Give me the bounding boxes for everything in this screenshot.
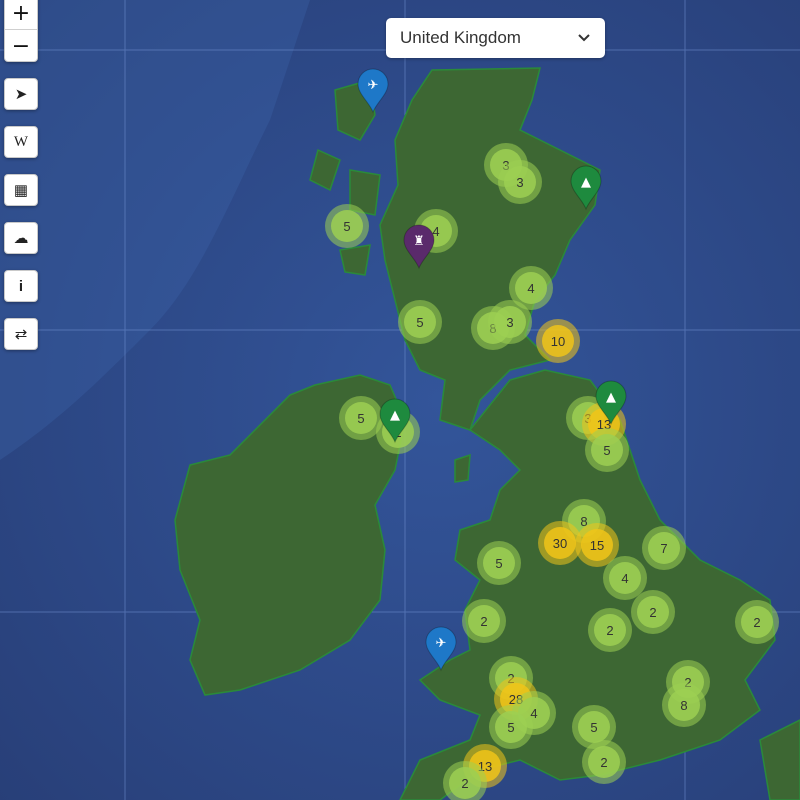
cluster-count: 5 bbox=[603, 443, 610, 458]
cluster-marker[interactable]: 7 bbox=[642, 526, 686, 570]
cluster-count: 5 bbox=[416, 315, 423, 330]
cluster-marker[interactable]: 2 bbox=[735, 600, 779, 644]
info-icon: i bbox=[18, 277, 24, 295]
cluster-count: 15 bbox=[590, 538, 604, 553]
map-view[interactable]: 3354458310523135830157542222228452852132… bbox=[0, 0, 800, 800]
cluster-count: 4 bbox=[621, 571, 628, 586]
cluster-count: 5 bbox=[357, 411, 364, 426]
info-button[interactable]: i bbox=[4, 270, 38, 302]
cluster-count: 2 bbox=[600, 755, 607, 770]
graduation-cap-icon: ▲ bbox=[390, 408, 400, 423]
cluster-count: 2 bbox=[461, 776, 468, 791]
chevron-down-icon bbox=[578, 34, 590, 42]
cluster-marker[interactable]: 5 bbox=[325, 204, 369, 248]
wikipedia-button[interactable]: W bbox=[4, 126, 38, 158]
cluster-marker[interactable]: 3 bbox=[498, 160, 542, 204]
cluster-count: 5 bbox=[343, 219, 350, 234]
cluster-count: 8 bbox=[680, 698, 687, 713]
zoom-in-button[interactable]: + bbox=[5, 0, 37, 29]
graduation-cap-icon: ▲ bbox=[581, 175, 591, 190]
cluster-count: 5 bbox=[507, 720, 514, 735]
swap-icon: ⇄ bbox=[14, 326, 28, 343]
camera-button[interactable]: ▦ bbox=[4, 174, 38, 206]
cluster-marker[interactable]: 3 bbox=[488, 300, 532, 344]
cluster-marker[interactable]: 5 bbox=[398, 300, 442, 344]
cluster-count: 2 bbox=[480, 614, 487, 629]
airplane-icon: ✈ bbox=[436, 636, 447, 651]
cluster-count: 4 bbox=[530, 706, 537, 721]
cluster-marker[interactable]: 5 bbox=[489, 705, 533, 749]
cloud-icon: ☁ bbox=[13, 230, 29, 247]
airplane-icon: ✈ bbox=[368, 78, 379, 93]
cluster-count: 3 bbox=[516, 175, 523, 190]
cluster-marker[interactable]: 2 bbox=[462, 599, 506, 643]
zoom-out-button[interactable]: − bbox=[5, 29, 37, 61]
cluster-marker[interactable]: 5 bbox=[585, 428, 629, 472]
wikipedia-icon: W bbox=[13, 133, 29, 150]
cluster-count: 2 bbox=[606, 623, 613, 638]
cluster-marker[interactable]: 8 bbox=[662, 683, 706, 727]
castle-icon: ♜ bbox=[413, 234, 425, 249]
region-select-value: United Kingdom bbox=[400, 28, 521, 47]
cluster-count: 2 bbox=[649, 605, 656, 620]
region-select[interactable]: United Kingdom bbox=[386, 18, 605, 58]
cluster-count: 4 bbox=[527, 281, 534, 296]
cluster-marker[interactable]: 5 bbox=[477, 541, 521, 585]
locate-button[interactable]: ➤ bbox=[4, 78, 38, 110]
locate-icon: ➤ bbox=[14, 86, 28, 103]
cluster-count: 3 bbox=[506, 315, 513, 330]
cluster-marker[interactable]: 2 bbox=[588, 608, 632, 652]
cluster-count: 30 bbox=[553, 536, 567, 551]
cluster-marker[interactable]: 2 bbox=[582, 740, 626, 784]
cluster-count: 5 bbox=[590, 720, 597, 735]
cluster-marker[interactable]: 4 bbox=[603, 556, 647, 600]
cluster-count: 10 bbox=[551, 334, 565, 349]
swap-button[interactable]: ⇄ bbox=[4, 318, 38, 350]
graduation-cap-icon: ▲ bbox=[606, 390, 616, 405]
cluster-count: 7 bbox=[660, 541, 667, 556]
cluster-count: 5 bbox=[495, 556, 502, 571]
cloud-button[interactable]: ☁ bbox=[4, 222, 38, 254]
zoom-control: + − bbox=[4, 0, 38, 62]
cluster-marker[interactable]: 2 bbox=[631, 590, 675, 634]
cluster-count: 2 bbox=[753, 615, 760, 630]
camera-icon: ▦ bbox=[13, 182, 29, 199]
cluster-marker[interactable]: 10 bbox=[536, 319, 580, 363]
